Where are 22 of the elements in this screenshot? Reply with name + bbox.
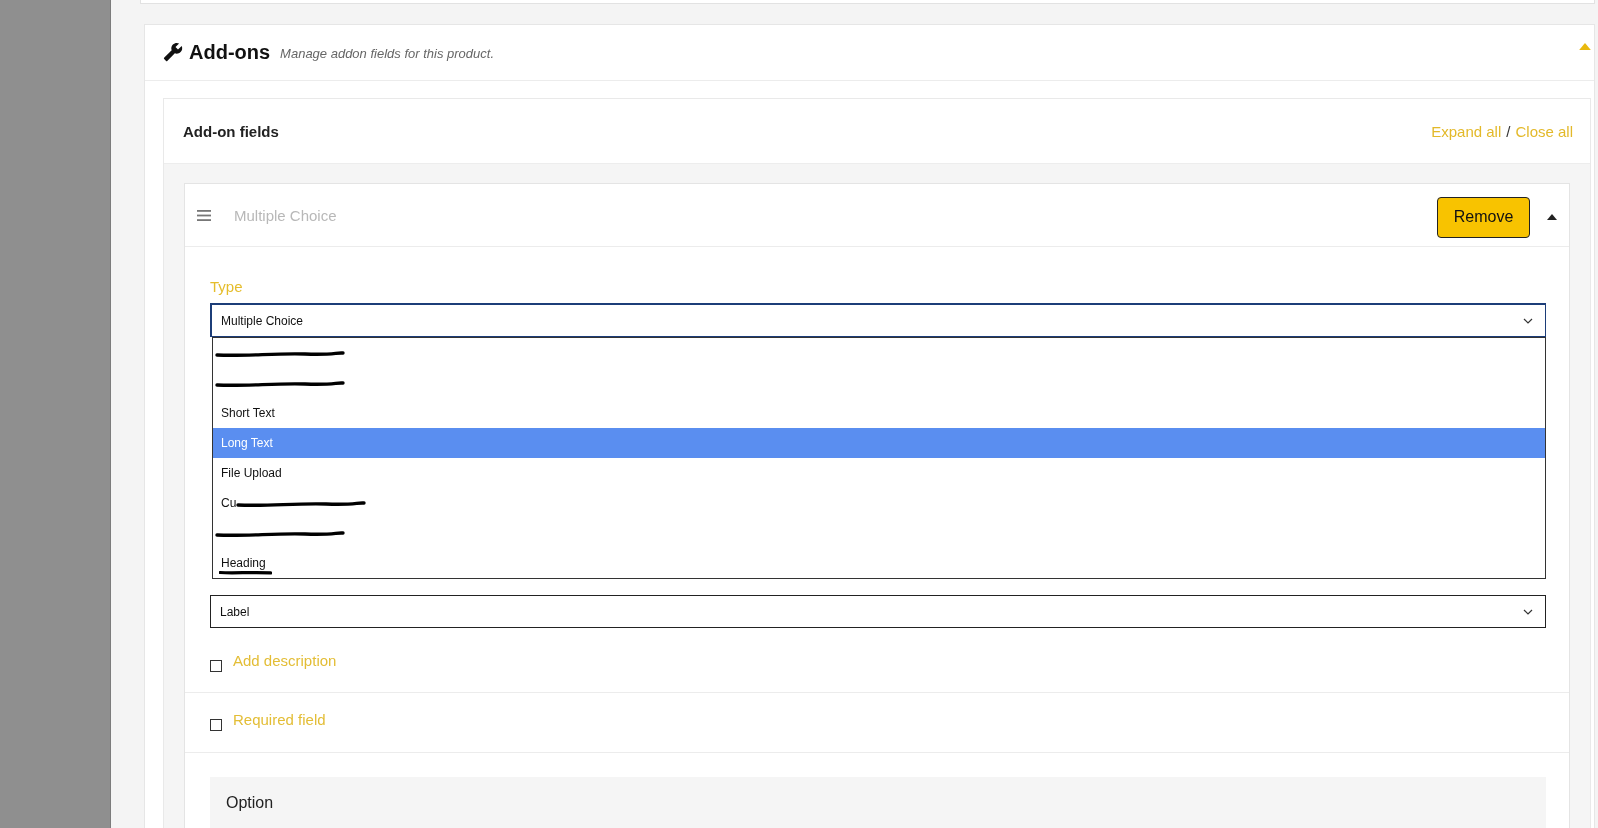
wrench-icon	[163, 41, 183, 62]
addon-field-name: Multiple Choice	[234, 206, 337, 224]
dropdown-option[interactable]: Short Text	[213, 398, 1545, 428]
caret-icon[interactable]	[1547, 214, 1557, 220]
chevron-down-icon	[1523, 317, 1533, 324]
type-label: Type	[210, 278, 243, 295]
link-separator: /	[1506, 122, 1511, 140]
title-format-select[interactable]: Label	[210, 595, 1546, 628]
marker-scribble	[219, 570, 272, 575]
option-title: Option	[226, 794, 274, 811]
chevron-down-icon	[1523, 608, 1533, 615]
checkbox[interactable]	[210, 719, 222, 731]
panel-title: Add-on fields	[183, 122, 279, 140]
dropdown-option[interactable]: File Upload	[213, 458, 1545, 488]
section-description: Manage addon fields for this product.	[280, 46, 494, 61]
checkbox[interactable]	[210, 660, 222, 672]
dropdown-option[interactable]: Heading	[213, 548, 1545, 578]
remove-button[interactable]: Remove	[1437, 196, 1530, 238]
dropdown-option[interactable]: Cu	[213, 488, 1545, 518]
type-select[interactable]: Multiple Choice	[210, 303, 1546, 337]
drag-handle-icon[interactable]	[197, 209, 211, 221]
section-title: Add-ons	[189, 41, 271, 64]
